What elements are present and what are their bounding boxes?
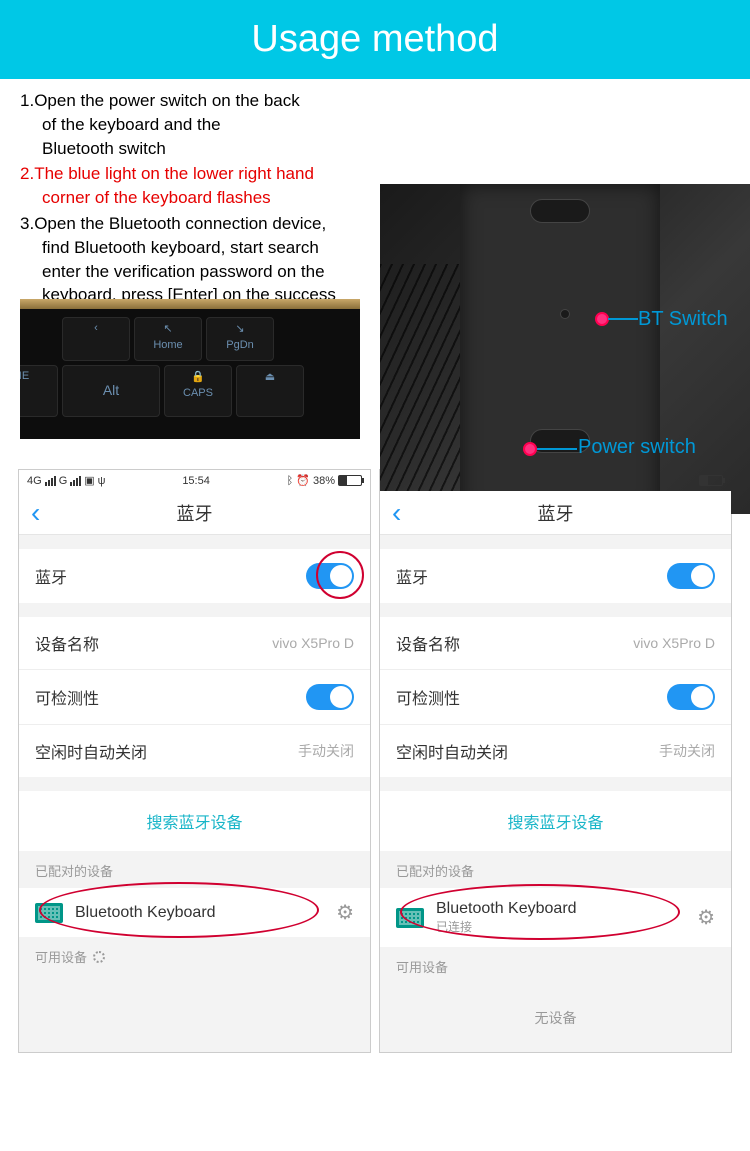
loading-spinner-icon	[93, 951, 105, 963]
signal-icon	[70, 476, 81, 486]
alarm-icon: ⏰	[296, 474, 310, 487]
discoverable-row[interactable]: 可检测性	[380, 669, 731, 724]
keyboard-icon	[396, 908, 424, 928]
paired-section-header: 已配对的设备	[380, 851, 731, 888]
phone-right: 4G G ▣ ψ 15:53 ᛒ ⏰ 38% ‹ 蓝牙 蓝牙	[379, 469, 732, 1053]
bluetooth-toggle[interactable]	[667, 563, 715, 589]
page-title: 蓝牙	[538, 500, 574, 526]
discoverable-toggle[interactable]	[667, 684, 715, 710]
discoverable-toggle[interactable]	[306, 684, 354, 710]
signal-icon	[45, 476, 56, 486]
battery-icon	[699, 475, 723, 486]
bluetooth-toggle-row[interactable]: 蓝牙	[380, 549, 731, 603]
header-band: Usage method	[0, 0, 750, 79]
nav-bar: ‹ 蓝牙	[380, 491, 731, 535]
search-devices-button[interactable]: 搜索蓝牙设备	[380, 777, 731, 851]
clock: 15:54	[182, 475, 210, 487]
paired-device-row[interactable]: Bluetooth Keyboard ⚙	[19, 888, 370, 937]
device-settings-icon[interactable]: ⚙	[336, 900, 354, 925]
keyboard-back-photo: BT Switch Power switch	[380, 184, 750, 514]
battery-icon	[338, 475, 362, 486]
discoverable-row[interactable]: 可检测性	[19, 669, 370, 724]
available-section-header: 可用设备	[380, 947, 731, 984]
paired-device-row[interactable]: Bluetooth Keyboard 已连接 ⚙	[380, 888, 731, 947]
nav-bar: ‹ 蓝牙	[19, 491, 370, 535]
device-name-row[interactable]: 设备名称 vivo X5Pro D	[380, 617, 731, 669]
idle-off-row[interactable]: 空闲时自动关闭 手动关闭	[380, 724, 731, 777]
page-title: 蓝牙	[177, 500, 213, 526]
bluetooth-icon: ᛒ	[287, 475, 294, 487]
phone-left: 4G G ▣ ψ 15:54 ᛒ ⏰ 38% ‹ 蓝牙 蓝牙	[18, 469, 371, 1053]
status-bar: 4G G ▣ ψ 15:54 ᛒ ⏰ 38%	[19, 470, 370, 491]
no-device-label: 无设备	[380, 984, 731, 1052]
available-section-header: 可用设备	[19, 937, 370, 974]
power-switch-label: Power switch	[578, 436, 696, 459]
header-title: Usage method	[251, 18, 498, 60]
search-devices-button[interactable]: 搜索蓝牙设备	[19, 777, 370, 851]
bluetooth-toggle[interactable]	[306, 563, 354, 589]
bt-switch-label: BT Switch	[638, 308, 728, 331]
keyboard-icon	[35, 903, 63, 923]
bt-switch-marker	[595, 312, 609, 326]
device-settings-icon[interactable]: ⚙	[697, 905, 715, 930]
bluetooth-toggle-row[interactable]: 蓝牙	[19, 549, 370, 603]
usb-icon: ψ	[98, 475, 106, 487]
power-switch-marker	[523, 442, 537, 456]
instructions-section: 1.Open the power switch on the back of t…	[0, 79, 750, 439]
keyboard-front-photo: ‹ ↖Home ↘PgDn IE Alt 🔒CAPS ⏏	[20, 299, 360, 439]
back-button[interactable]: ‹	[392, 499, 401, 527]
idle-off-row[interactable]: 空闲时自动关闭 手动关闭	[19, 724, 370, 777]
back-button[interactable]: ‹	[31, 499, 40, 527]
step-1: 1.Open the power switch on the back of t…	[20, 89, 730, 160]
phone-screenshots-row: 4G G ▣ ψ 15:54 ᛒ ⏰ 38% ‹ 蓝牙 蓝牙	[0, 439, 750, 1103]
paired-section-header: 已配对的设备	[19, 851, 370, 888]
sim-icon: ▣	[84, 474, 94, 487]
device-name-row[interactable]: 设备名称 vivo X5Pro D	[19, 617, 370, 669]
